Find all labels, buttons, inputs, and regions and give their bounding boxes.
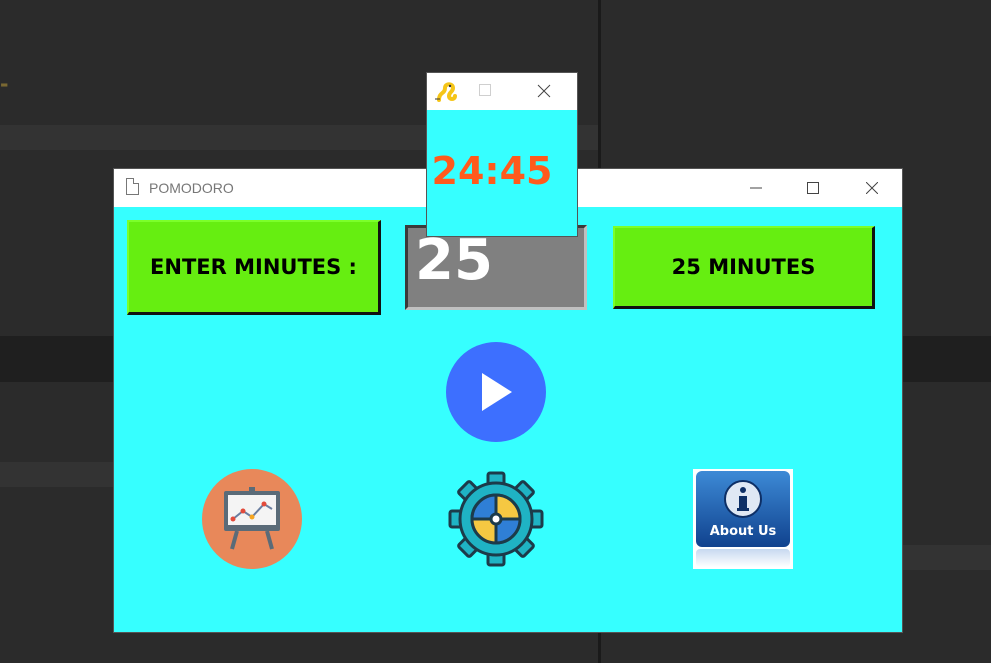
countdown-window: 24:45 bbox=[427, 73, 577, 236]
play-button[interactable] bbox=[446, 342, 546, 442]
settings-button[interactable] bbox=[446, 469, 546, 569]
countdown-title-bar bbox=[427, 73, 577, 110]
bg-band bbox=[0, 462, 114, 487]
pygame-snake-icon bbox=[435, 82, 457, 102]
countdown-readout: 24:45 bbox=[431, 149, 553, 193]
about-tile: About Us bbox=[696, 471, 790, 547]
bg-band bbox=[902, 545, 991, 570]
minutes-input[interactable]: 25 bbox=[405, 225, 587, 310]
about-us-label: About Us bbox=[709, 524, 777, 539]
about-us-button[interactable]: About Us bbox=[693, 469, 793, 569]
countdown-close-icon[interactable] bbox=[537, 84, 551, 98]
window-title: POMODORO bbox=[149, 180, 234, 196]
minimize-icon bbox=[750, 187, 762, 189]
minimize-button[interactable] bbox=[733, 169, 779, 207]
countdown-maximize-icon[interactable] bbox=[479, 84, 491, 96]
presentation-chart-icon bbox=[202, 469, 302, 569]
maximize-icon bbox=[807, 182, 819, 194]
about-reflection bbox=[696, 549, 790, 567]
info-icon bbox=[724, 480, 762, 518]
pomodoro-window: POMODORO ENTER MINUTES : 25 25 MINUTES A… bbox=[114, 169, 902, 632]
gear-icon bbox=[448, 471, 544, 567]
preset-25-minutes-button[interactable]: 25 MINUTES bbox=[613, 226, 875, 309]
enter-minutes-label: ENTER MINUTES : bbox=[127, 220, 381, 315]
editor-glyph: ⁼ bbox=[0, 80, 9, 97]
close-button[interactable] bbox=[849, 169, 895, 207]
play-icon bbox=[482, 373, 512, 411]
close-icon bbox=[866, 182, 878, 194]
statistics-button[interactable] bbox=[202, 469, 302, 569]
document-icon bbox=[126, 178, 139, 195]
maximize-button[interactable] bbox=[790, 169, 836, 207]
